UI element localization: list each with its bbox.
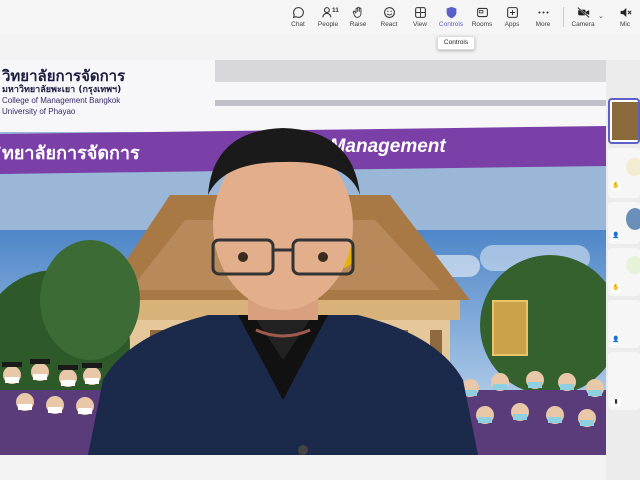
avatar: [626, 158, 640, 176]
camera-button[interactable]: Camera: [568, 3, 598, 33]
apps-label: Apps: [504, 21, 520, 28]
chat-icon: [283, 3, 313, 20]
person-icon: 👤: [611, 336, 621, 345]
person-icon: 👤: [611, 232, 621, 241]
people-button[interactable]: 11 People: [313, 3, 343, 33]
rooms-label: Rooms: [471, 21, 493, 28]
presenter-video: [88, 128, 478, 455]
college-thai-subtitle: มหาวิทยาลัยพะเยา (กรุงเทพฯ): [2, 85, 122, 95]
people-count: 11: [332, 7, 339, 14]
chat-button[interactable]: Chat: [283, 3, 313, 33]
smiley-icon: [374, 3, 404, 20]
apps-icon: [497, 3, 527, 20]
participant-tile[interactable]: ▮: [608, 352, 640, 410]
mic-label: Mic: [619, 21, 631, 28]
toolbar-divider: [563, 7, 564, 27]
header-grey-bar: [215, 60, 606, 82]
main-video-stage[interactable]: วิทยาลัยการจัดการ มหาวิทยาลัยพะเยา (กรุง…: [0, 60, 606, 455]
raised-hand-icon: ✋: [611, 284, 621, 293]
grid-icon: [405, 3, 435, 20]
more-label: More: [535, 21, 551, 28]
controls-button[interactable]: Controls: [436, 3, 466, 33]
portrait-display: [492, 300, 528, 356]
camera-label: Camera: [571, 21, 595, 28]
raise-label: Raise: [349, 21, 367, 28]
participant-tile[interactable]: 👤: [608, 300, 640, 348]
mic-button[interactable]: Mic: [610, 3, 640, 33]
apps-button[interactable]: Apps: [497, 3, 527, 33]
college-english-line2: University of Phayao: [2, 107, 76, 116]
participant-video-thumbnail: [612, 102, 638, 140]
react-button[interactable]: React: [374, 3, 404, 33]
people-label: People: [317, 21, 339, 28]
chat-label: Chat: [291, 21, 305, 28]
participant-tile[interactable]: ✋: [608, 148, 640, 198]
raised-hand-icon: ✋: [611, 182, 621, 191]
participant-tile[interactable]: 👤: [608, 202, 640, 244]
more-button[interactable]: More: [528, 3, 558, 33]
view-button[interactable]: View: [405, 3, 435, 33]
camera-options-chevron-icon[interactable]: ⌄: [598, 12, 604, 20]
participant-tile[interactable]: ✋: [608, 248, 640, 296]
more-icon: [528, 3, 558, 20]
meeting-toolbar: Chat 11 People Raise React View Controls…: [0, 0, 640, 34]
rooms-button[interactable]: Rooms: [467, 3, 497, 33]
camera-off-icon: [568, 3, 598, 20]
avatar: [626, 208, 640, 230]
signal-icon: ▮: [611, 398, 621, 407]
react-label: React: [380, 21, 398, 28]
shield-icon: [436, 3, 466, 20]
hand-icon: [343, 3, 373, 20]
participant-panel: ✋ 👤 ✋ 👤 ▮: [606, 60, 640, 480]
controls-label: Controls: [438, 21, 464, 28]
stage-bottom-margin: [0, 455, 606, 480]
participant-tile-active[interactable]: [608, 98, 640, 144]
avatar: [626, 256, 640, 274]
rooms-icon: [467, 3, 497, 20]
mic-icon: [610, 3, 640, 20]
raise-button[interactable]: Raise: [343, 3, 373, 33]
controls-tooltip: Controls: [437, 36, 475, 50]
view-label: View: [413, 21, 427, 28]
